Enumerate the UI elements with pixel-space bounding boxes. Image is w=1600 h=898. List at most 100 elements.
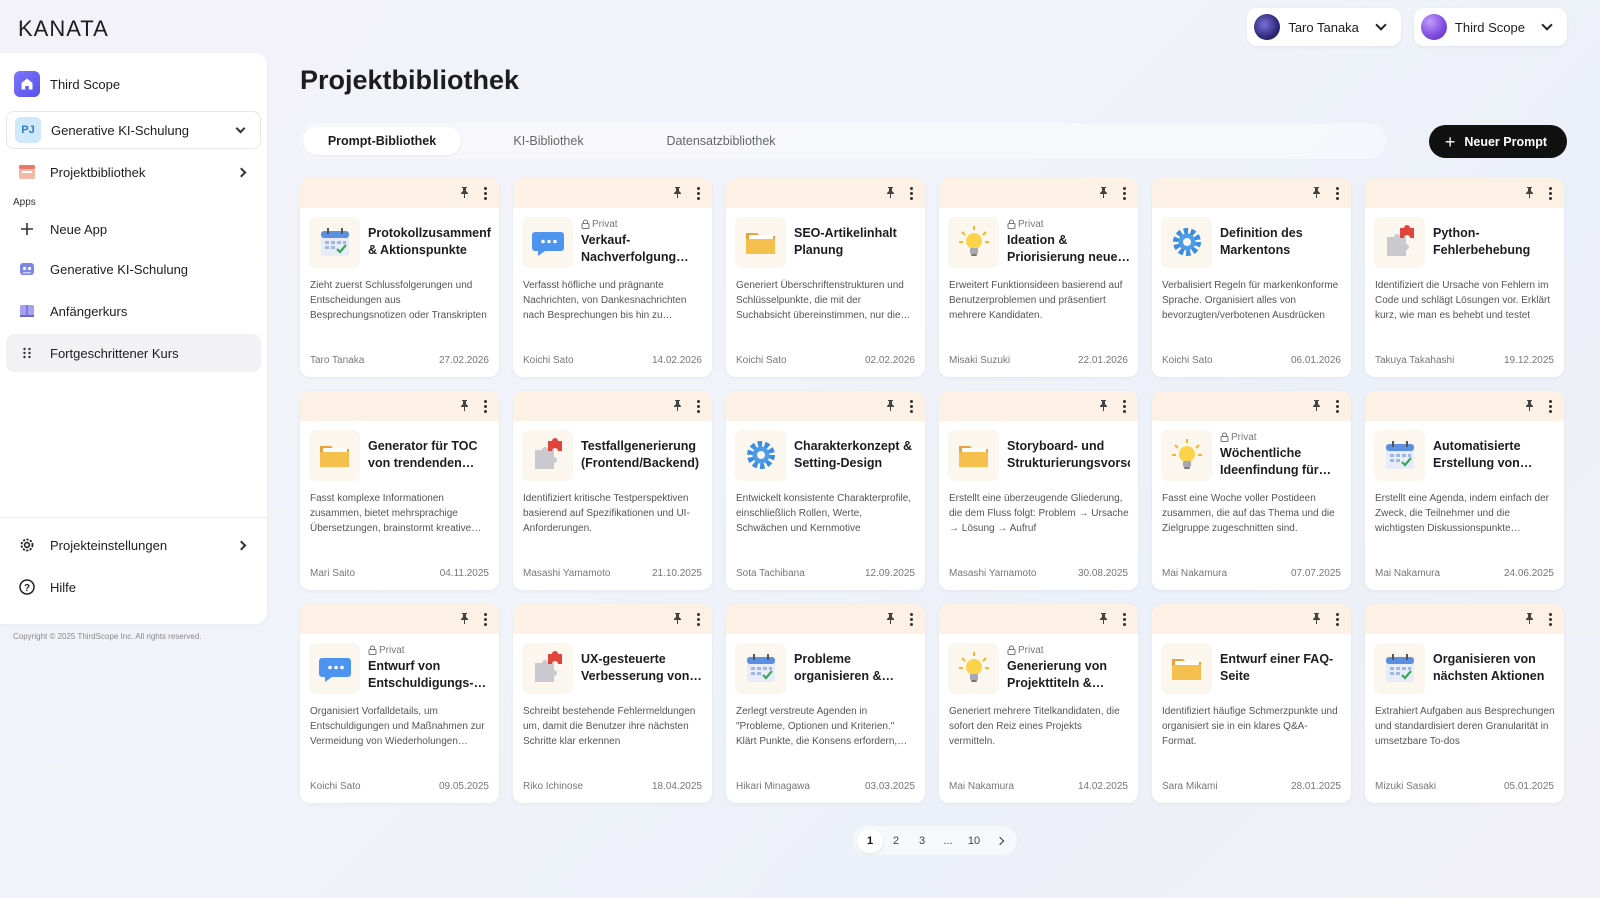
more-options-icon[interactable] <box>1549 612 1552 626</box>
sidebar-item-beginner-course[interactable]: Anfängerkurs <box>6 292 261 330</box>
pin-icon[interactable] <box>672 186 683 201</box>
prompt-card[interactable]: Definition des Markentons Verbalisiert Re… <box>1152 178 1351 377</box>
more-options-icon[interactable] <box>1123 612 1126 626</box>
more-options-icon[interactable] <box>1123 399 1126 413</box>
prompt-card[interactable]: Python-Fehlerbehebung Identifiziert die U… <box>1365 178 1564 377</box>
more-options-icon[interactable] <box>484 399 487 413</box>
card-description: Verbalisiert Regeln für markenkonforme S… <box>1162 280 1339 321</box>
card-title: Storyboard- und Strukturierungsvorschlag <box>1007 439 1130 470</box>
page-10-button[interactable]: 10 <box>961 829 987 853</box>
folder-icon <box>735 216 786 268</box>
pin-icon[interactable] <box>459 399 470 414</box>
pin-icon[interactable] <box>1524 186 1535 201</box>
page-2-button[interactable]: 2 <box>883 829 909 853</box>
tab-ki-library[interactable]: KI-Bibliothek <box>461 127 636 155</box>
card-toolbar <box>1152 178 1351 208</box>
card-date: 19.12.2025 <box>1503 355 1554 366</box>
more-options-icon[interactable] <box>1549 399 1552 413</box>
prompt-card[interactable]: Automatisierte Erstellung von Besprechun… <box>1365 391 1564 590</box>
tab-prompt-library[interactable]: Prompt-Bibliothek <box>303 127 461 155</box>
card-date: 04.11.2025 <box>439 568 489 579</box>
pin-icon[interactable] <box>885 186 896 201</box>
new-prompt-button[interactable]: + Neuer Prompt <box>1428 125 1567 158</box>
more-options-icon[interactable] <box>1336 399 1339 413</box>
sidebar-item-label: Third Scope <box>50 76 121 92</box>
pin-icon[interactable] <box>1311 399 1322 414</box>
pin-icon[interactable] <box>1524 399 1535 414</box>
card-description: Zerlegt verstreute Agenden in "Probleme,… <box>736 706 898 747</box>
prompt-card[interactable]: SEO-Artikelinhalt Planung Generiert Übers… <box>726 178 925 377</box>
prompt-card[interactable]: Privat Wöchentliche Ideenfindung für sozi… <box>1152 391 1351 590</box>
sidebar-item-scope-home[interactable]: Third Scope <box>6 65 261 103</box>
more-options-icon[interactable] <box>1336 612 1339 626</box>
prompt-card[interactable]: Privat Verkauf-Nachverfolgung Dankesnachr… <box>513 178 712 377</box>
card-description: Fasst komplexe Informationen zusammen, b… <box>310 493 472 534</box>
card-titles: Testfallgenerierung (Frontend/Backend) <box>581 438 704 472</box>
sidebar-item-new-app[interactable]: Neue App <box>6 210 261 248</box>
more-options-icon[interactable] <box>910 399 913 413</box>
card-header: Privat Entwurf von Entschuldigungs-E-Mail… <box>309 642 491 694</box>
sidebar-divider <box>0 517 267 518</box>
prompt-card[interactable]: Probleme organisieren & Entscheidungen t… <box>726 604 925 803</box>
card-date: 18.04.2025 <box>651 781 702 792</box>
calendar-icon <box>309 216 360 268</box>
card-title: Testfallgenerierung (Frontend/Backend) <box>581 439 700 470</box>
sidebar-item-help[interactable]: ? Hilfe <box>6 568 261 606</box>
pin-icon[interactable] <box>1311 186 1322 201</box>
card-header: Privat Generierung von Projekttiteln & Sl… <box>948 642 1130 694</box>
next-page-button[interactable] <box>987 829 1013 853</box>
prompt-card[interactable]: Storyboard- und Strukturierungsvorschlag… <box>939 391 1138 590</box>
more-options-icon[interactable] <box>484 612 487 626</box>
prompt-card[interactable]: Entwurf einer FAQ-Seite Identifiziert häu… <box>1152 604 1351 803</box>
more-options-icon[interactable] <box>697 186 700 200</box>
chat-icon <box>309 642 360 694</box>
card-header: Charakterkonzept & Setting-Design <box>735 429 917 481</box>
prompt-card[interactable]: Privat Entwurf von Entschuldigungs-E-Mail… <box>300 604 499 803</box>
more-options-icon[interactable] <box>1336 186 1339 200</box>
prompt-card[interactable]: Testfallgenerierung (Frontend/Backend) Id… <box>513 391 712 590</box>
pin-icon[interactable] <box>1098 612 1109 627</box>
card-date: 07.07.2025 <box>1290 568 1341 579</box>
more-options-icon[interactable] <box>697 612 700 626</box>
user-selector[interactable]: Taro Tanaka <box>1247 8 1401 46</box>
project-selector[interactable]: PJ Generative KI-Schulung <box>6 111 261 149</box>
page-1-button[interactable]: 1 <box>857 828 883 853</box>
scope-selector[interactable]: Third Scope <box>1413 8 1567 46</box>
more-options-icon[interactable] <box>484 186 487 200</box>
prompt-card[interactable]: Privat Generierung von Projekttiteln & Sl… <box>939 604 1138 803</box>
prompt-card[interactable]: Privat Ideation & Priorisierung neuer Fea… <box>939 178 1138 377</box>
pin-icon[interactable] <box>672 399 683 414</box>
pin-icon[interactable] <box>1524 612 1535 627</box>
pin-icon[interactable] <box>459 186 470 201</box>
sidebar-item-project-library[interactable]: Projektbibliothek <box>6 153 261 191</box>
prompt-card[interactable]: Charakterkonzept & Setting-Design Entwick… <box>726 391 925 590</box>
pin-icon[interactable] <box>672 612 683 627</box>
more-options-icon[interactable] <box>910 186 913 200</box>
kanata-logo[interactable]: KANATA <box>18 16 109 42</box>
pin-icon[interactable] <box>1098 399 1109 414</box>
more-options-icon[interactable] <box>697 399 700 413</box>
private-label: Privat <box>379 644 405 656</box>
card-date: 24.06.2025 <box>1503 568 1554 579</box>
card-description: Organisiert Vorfalldetails, um Entschuld… <box>310 706 485 747</box>
more-options-icon[interactable] <box>910 612 913 626</box>
more-options-icon[interactable] <box>1123 186 1126 200</box>
pin-icon[interactable] <box>885 612 896 627</box>
sidebar-item-generative-ki[interactable]: Generative KI-Schulung <box>6 250 261 288</box>
tab-dataset-library[interactable]: Datensatzbibliothek <box>636 127 806 155</box>
pin-icon[interactable] <box>1311 612 1322 627</box>
prompt-card[interactable]: Organisieren von nächsten Aktionen Extrah… <box>1365 604 1564 803</box>
prompt-card[interactable]: Protokollzusammenfassung & Aktionspunkte… <box>300 178 499 377</box>
puzzle-icon <box>1374 216 1425 268</box>
sidebar-item-advanced-course[interactable]: Fortgeschrittener Kurs <box>6 334 261 372</box>
pin-icon[interactable] <box>885 399 896 414</box>
prompt-card[interactable]: Generator für TOC von trendenden Blogart… <box>300 391 499 590</box>
prompt-card[interactable]: UX-gesteuerte Verbesserung von Fehlermel… <box>513 604 712 803</box>
page-3-button[interactable]: 3 <box>909 829 935 853</box>
pin-icon[interactable] <box>1098 186 1109 201</box>
sidebar-item-project-settings[interactable]: Projekteinstellungen <box>6 526 261 564</box>
lock-icon <box>1007 219 1016 229</box>
more-options-icon[interactable] <box>1549 186 1552 200</box>
pin-icon[interactable] <box>459 612 470 627</box>
card-title: Definition des Markentons <box>1220 226 1303 257</box>
